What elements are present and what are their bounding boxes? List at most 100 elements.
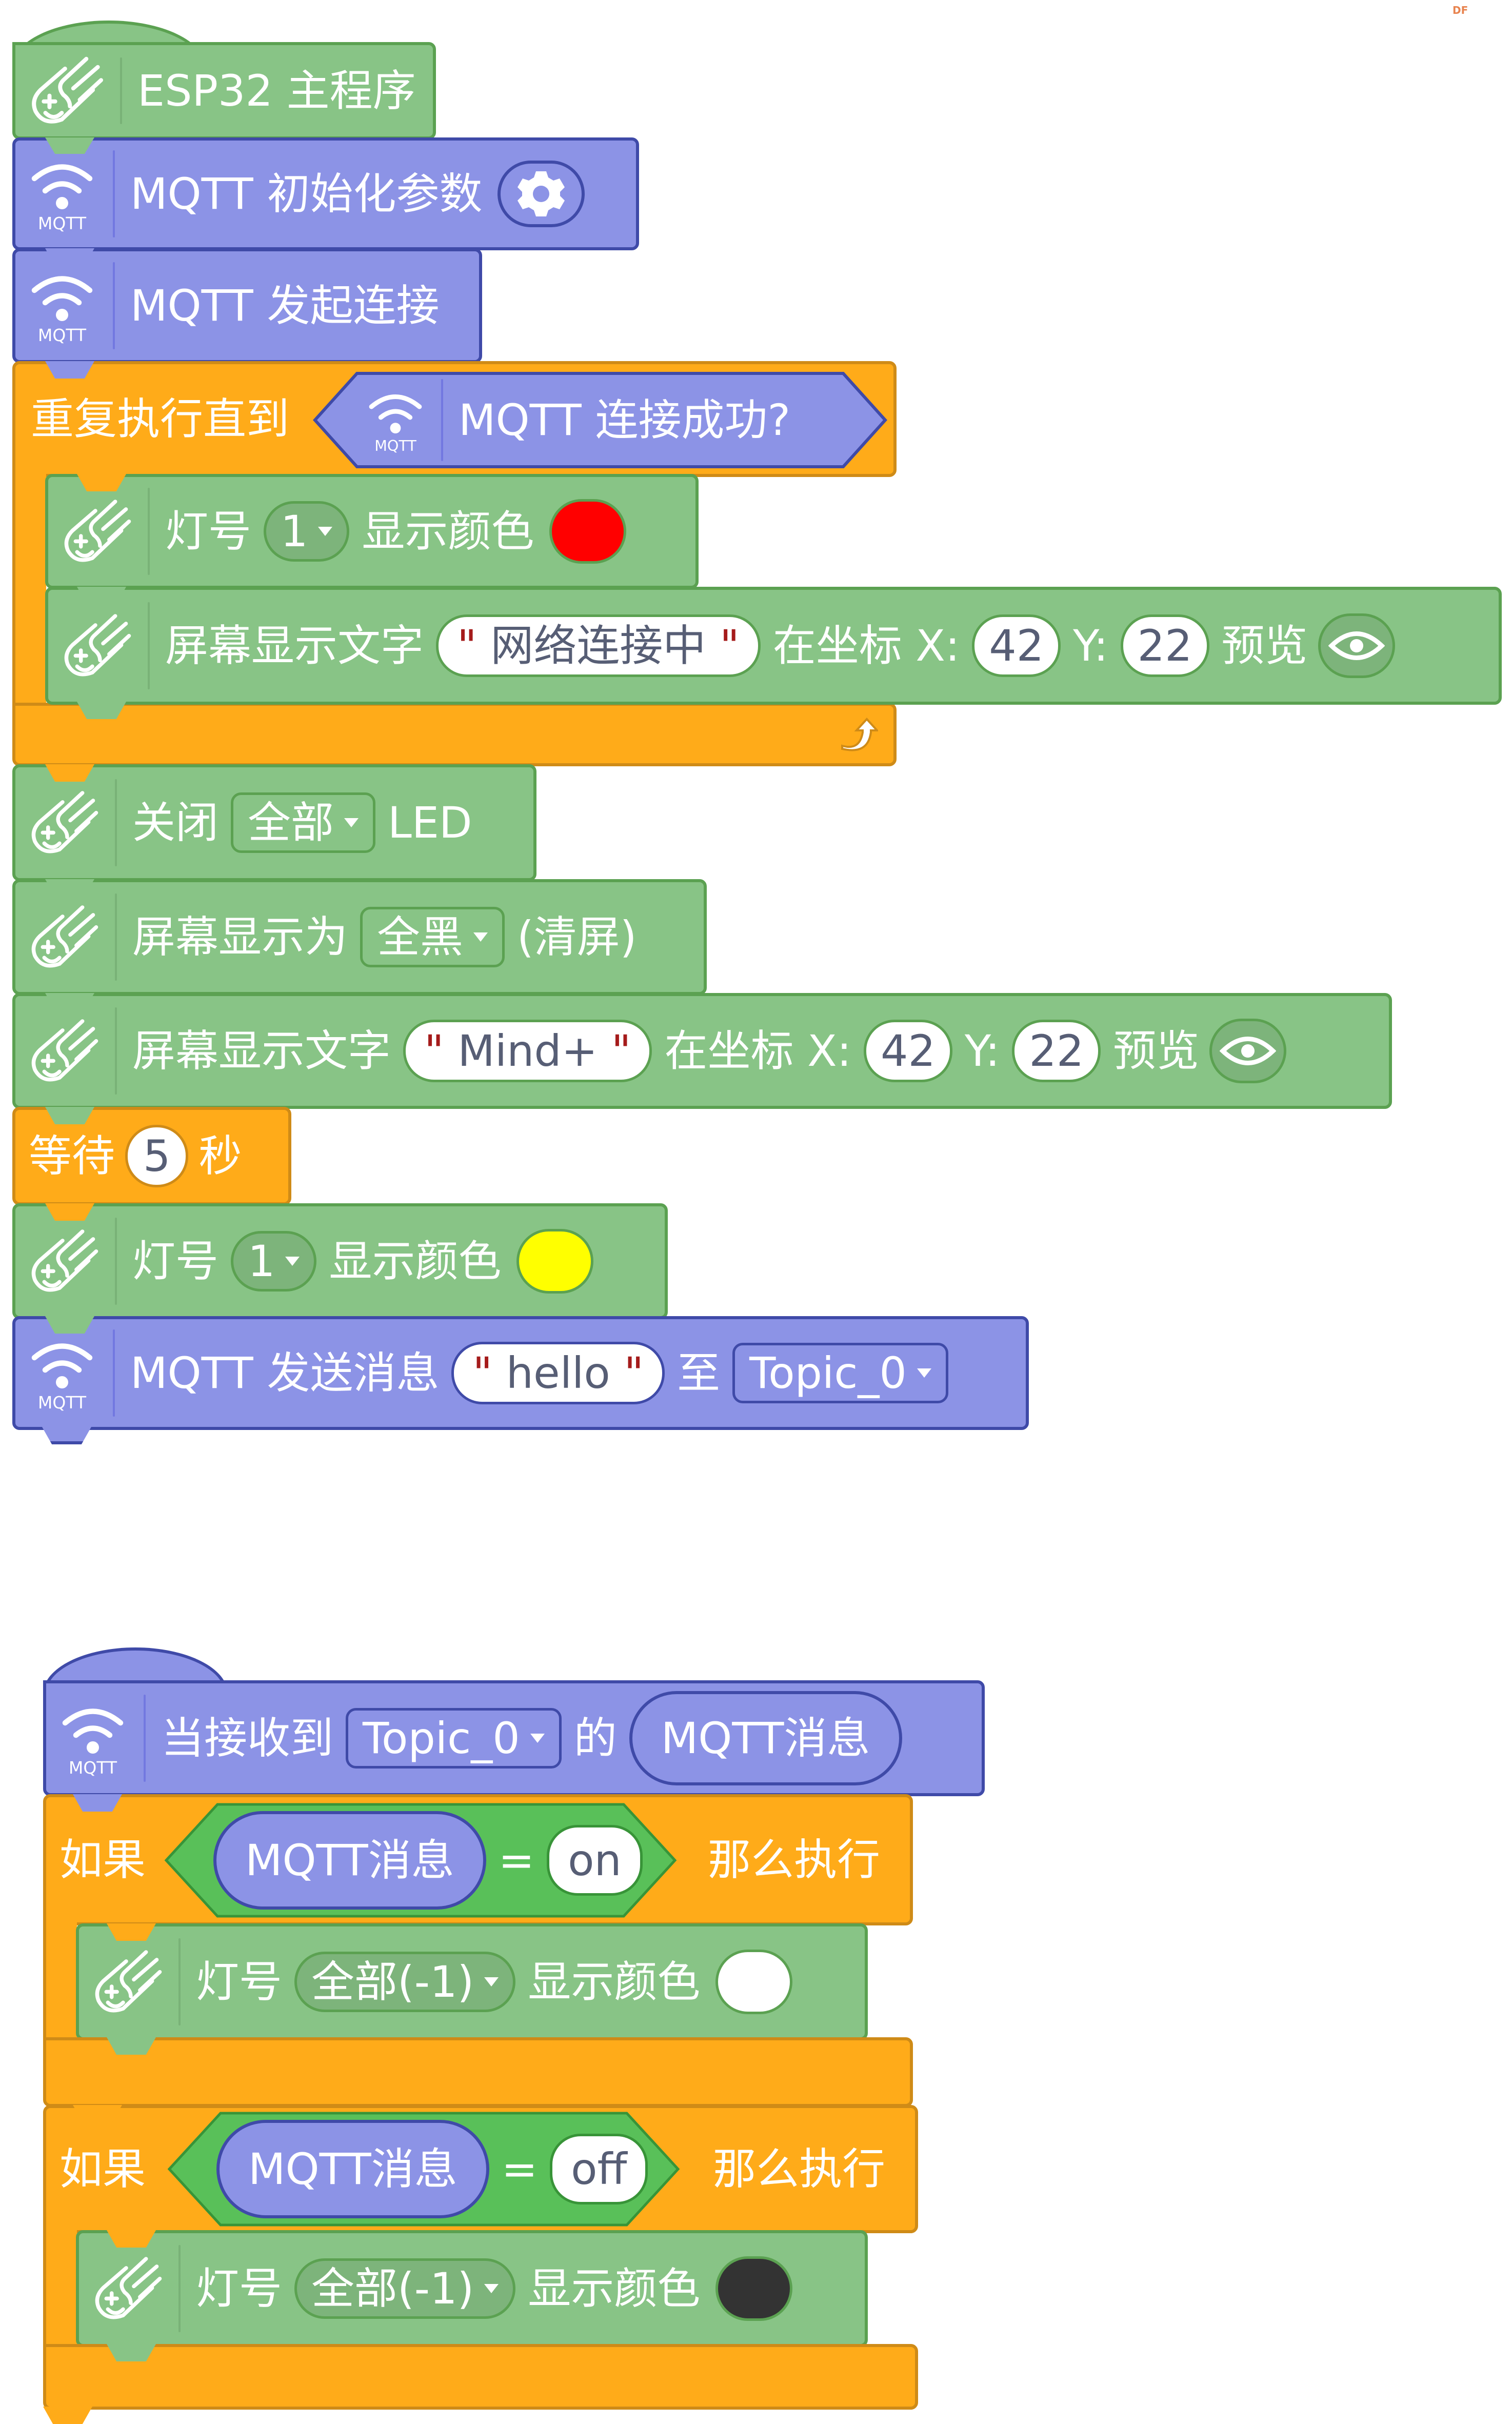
coord-y-label: Y:	[964, 1026, 1000, 1076]
wait-label: 等待	[29, 1131, 115, 1181]
text-value: 网络连接中	[490, 621, 706, 671]
show-color-label: 显示颜色	[528, 1957, 701, 2007]
mqtt-message-reporter[interactable]: MQTT消息	[216, 2120, 489, 2218]
led-label: 灯号	[196, 2263, 283, 2314]
compare-value-input[interactable]: on	[547, 1825, 643, 1896]
mqtt-message-reporter[interactable]: MQTT消息	[629, 1691, 902, 1785]
chevron-down-icon	[473, 932, 488, 942]
text-input[interactable]: " 网络连接中 "	[436, 614, 761, 677]
screen-text-block[interactable]: 屏幕显示文字 " 网络连接中 " 在坐标 X: 42 Y: 22 预览	[45, 587, 1502, 705]
divider	[120, 57, 122, 124]
chevron-down-icon	[530, 1734, 545, 1743]
esp32-main-hat-block[interactable]: ESP32 主程序	[12, 42, 436, 140]
mqtt-receive-hat-block[interactable]: MQTT 当接收到 Topic_0 的 MQTT消息	[43, 1680, 985, 1796]
screen-text-block[interactable]: 屏幕显示文字 " Mind+ " 在坐标 X: 42 Y: 22 预览	[12, 993, 1392, 1109]
mqtt-settings-button[interactable]	[498, 161, 585, 227]
divider	[115, 893, 117, 981]
text-value: Mind+	[457, 1026, 598, 1076]
divider	[144, 1695, 146, 1782]
gear-icon	[518, 171, 565, 216]
led-color-block[interactable]: 灯号 1 显示颜色	[12, 1203, 668, 1319]
equals-operator: =	[498, 1835, 535, 1885]
mqtt-init-block[interactable]: MQTT MQTT 初始化参数	[12, 137, 639, 250]
led-number-dropdown[interactable]: 全部(-1)	[294, 2258, 516, 2319]
show-color-label: 显示颜色	[329, 1236, 502, 1286]
esp32-board-icon	[89, 2253, 166, 2324]
mqtt-wifi-icon: MQTT	[24, 155, 101, 232]
x-input[interactable]: 42	[864, 1020, 952, 1082]
mqtt-connected-condition[interactable]: MQTT MQTT 连接成功?	[313, 371, 887, 469]
repeat-arm	[12, 472, 46, 708]
coord-y-label: Y:	[1073, 621, 1108, 671]
x-input[interactable]: 42	[972, 614, 1061, 677]
led-number-value: 1	[281, 506, 308, 557]
mqtt-message-reporter[interactable]: MQTT消息	[213, 1811, 486, 1910]
seconds-input[interactable]: 5	[125, 1125, 189, 1187]
led-color-block[interactable]: 灯号 全部(-1) 显示颜色	[76, 2230, 868, 2347]
divider	[115, 779, 117, 866]
notch	[43, 2407, 92, 2424]
message-input[interactable]: " hello "	[451, 1342, 665, 1404]
compare-value-input[interactable]: off	[550, 2134, 648, 2204]
led-color-block[interactable]: 灯号 1 显示颜色	[45, 474, 699, 589]
topic-dropdown[interactable]: Topic_0	[346, 1708, 562, 1769]
svg-text:MQTT: MQTT	[374, 437, 416, 453]
led-label: 灯号	[132, 1236, 219, 1286]
equals-condition[interactable]: MQTT消息 = off	[167, 2111, 680, 2227]
eye-icon	[1220, 1037, 1277, 1065]
coord-x-label: 在坐标 X:	[772, 621, 960, 671]
notch	[42, 1427, 91, 1444]
chevron-down-icon	[917, 1368, 931, 1378]
screen-fill-dropdown[interactable]: 全黑	[360, 907, 505, 967]
repeat-until-block[interactable]: 重复执行直到 MQTT MQTT 连接成功?	[12, 361, 897, 477]
led-suffix-label: LED	[388, 798, 472, 848]
divider	[178, 2245, 181, 2332]
led-number-dropdown[interactable]: 全部(-1)	[294, 1952, 516, 2012]
led-target-dropdown[interactable]: 全部	[231, 792, 376, 853]
led-number-value: 全部(-1)	[311, 1957, 474, 2007]
esp32-board-icon	[26, 1225, 103, 1297]
screen-text-label: 屏幕显示文字	[165, 621, 424, 671]
topic-dropdown[interactable]: Topic_0	[732, 1343, 948, 1403]
mqtt-wifi-icon: MQTT	[362, 387, 429, 453]
svg-text:MQTT: MQTT	[38, 325, 87, 344]
if-label: 如果	[59, 1835, 146, 1885]
led-color-block[interactable]: 灯号 全部(-1) 显示颜色	[76, 1923, 868, 2040]
chevron-down-icon	[285, 1257, 300, 1266]
equals-condition[interactable]: MQTT消息 = on	[164, 1802, 677, 1918]
of-label: 的	[573, 1713, 617, 1763]
mqtt-wifi-icon: MQTT	[24, 1335, 101, 1412]
divider	[115, 1218, 117, 1305]
esp32-board-icon	[26, 901, 103, 973]
mqtt-send-block[interactable]: MQTT MQTT 发送消息 " hello " 至 Topic_0	[12, 1316, 1029, 1430]
esp32-board-icon	[26, 787, 103, 859]
color-picker-black[interactable]	[715, 2256, 793, 2321]
hat-label: ESP32 主程序	[137, 66, 416, 116]
led-number-dropdown[interactable]: 1	[231, 1231, 317, 1292]
esp32-board-icon	[58, 495, 135, 567]
eye-icon	[1328, 631, 1385, 660]
preview-button[interactable]	[1318, 613, 1395, 678]
if-block[interactable]: 如果 MQTT消息 = off 那么执行	[43, 2105, 918, 2233]
color-picker-yellow[interactable]	[516, 1229, 594, 1294]
color-picker-white[interactable]	[715, 1950, 793, 2014]
y-input[interactable]: 22	[1012, 1020, 1101, 1082]
if-block[interactable]: 如果 MQTT消息 = on 那么执行	[43, 1794, 913, 1925]
repeat-bottom	[12, 703, 897, 766]
divider	[148, 602, 150, 689]
svg-text:MQTT: MQTT	[38, 1393, 87, 1412]
clear-screen-label: (清屏)	[517, 912, 637, 962]
esp32-board-icon	[89, 1946, 166, 2018]
screen-fill-block[interactable]: 屏幕显示为 全黑 (清屏)	[12, 879, 707, 995]
y-input[interactable]: 22	[1120, 614, 1209, 677]
led-label: 灯号	[165, 506, 252, 557]
preview-button[interactable]	[1209, 1019, 1287, 1083]
esp32-board-icon	[26, 52, 108, 129]
led-off-block[interactable]: 关闭 全部 LED	[12, 764, 536, 881]
text-input[interactable]: " Mind+ "	[403, 1020, 652, 1082]
when-received-label: 当接收到	[161, 1713, 334, 1763]
divider	[113, 150, 115, 237]
led-number-dropdown[interactable]: 1	[264, 501, 350, 562]
color-picker-red[interactable]	[549, 499, 627, 564]
show-color-label: 显示颜色	[528, 2263, 701, 2314]
